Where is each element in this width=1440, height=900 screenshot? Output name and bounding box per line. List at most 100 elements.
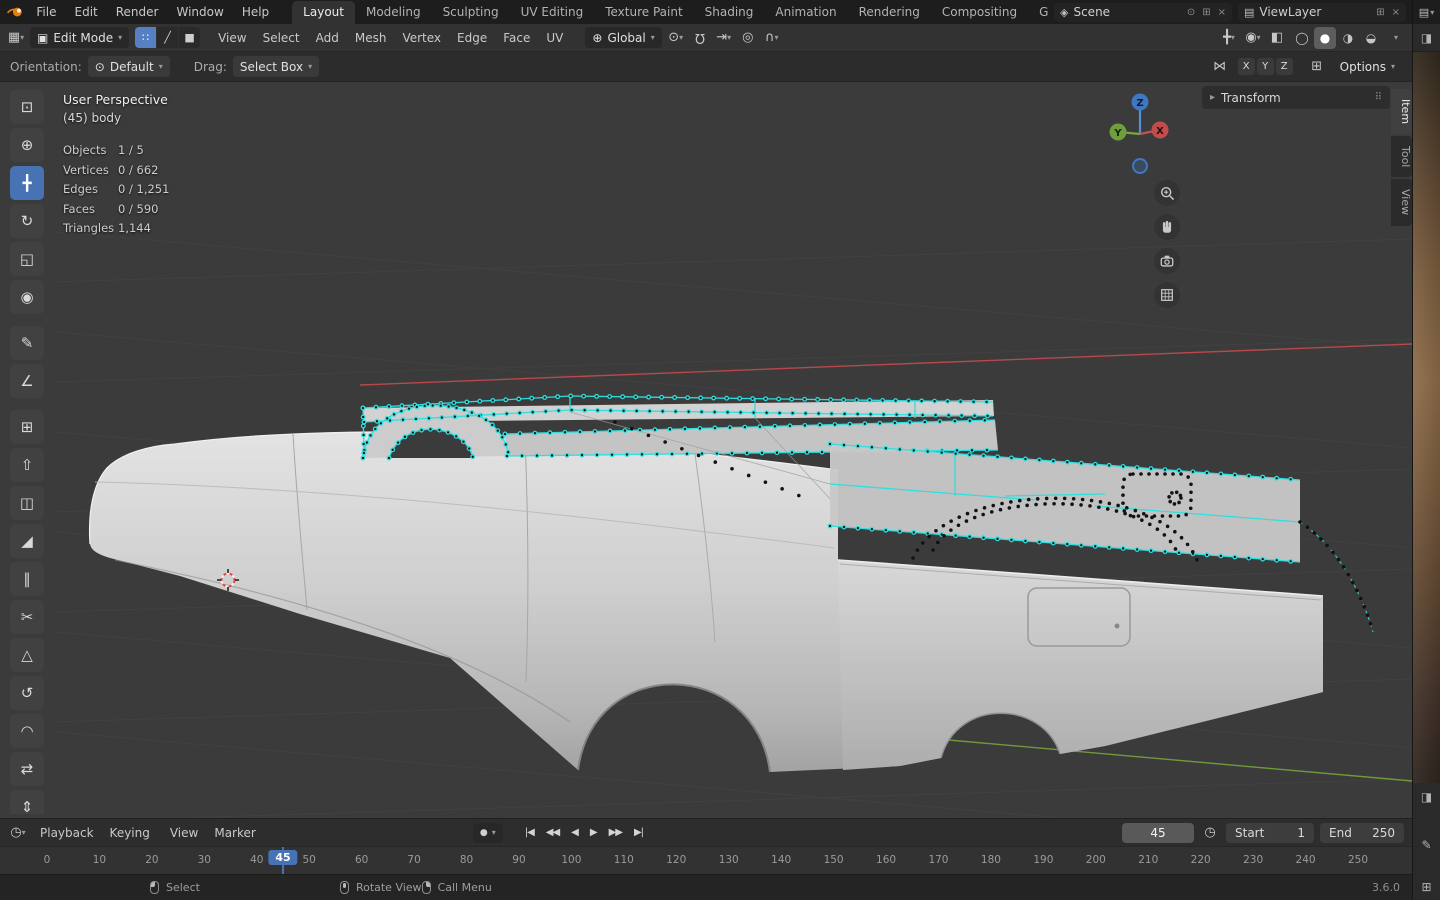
tool-spin[interactable]: ↺ xyxy=(10,676,44,710)
shading-wireframe[interactable]: ◯ xyxy=(1291,27,1313,49)
menu-render[interactable]: Render xyxy=(107,0,168,24)
show-overlays-button[interactable]: ◉ ▾ xyxy=(1243,27,1263,49)
pin-icon[interactable]: ⊙ xyxy=(1187,7,1195,18)
shading-solid[interactable]: ● xyxy=(1314,26,1336,49)
snap-target-button[interactable]: ⇥ ▾ xyxy=(714,27,734,49)
workspace-tab[interactable]: Texture Paint xyxy=(594,1,693,24)
pan-button[interactable] xyxy=(1154,214,1180,240)
viewport-menu-add[interactable]: Add xyxy=(308,24,347,52)
tool-extrude-region[interactable]: ⇧ xyxy=(10,448,44,482)
xray-toggle-button[interactable]: ◧ xyxy=(1267,27,1287,49)
transport-next-keyframe[interactable]: ▶▶ xyxy=(603,822,628,844)
show-gizmo-button[interactable]: ╋ ▾ xyxy=(1219,27,1239,49)
strip-header-button[interactable]: ◨ xyxy=(1413,24,1440,52)
transport-jump-to-end[interactable]: ▶| xyxy=(628,822,649,844)
sidebar-tab[interactable]: View xyxy=(1391,179,1412,226)
viewport-menu-face[interactable]: Face xyxy=(495,24,538,52)
workspace-tab[interactable]: Animation xyxy=(764,1,847,24)
viewlayer-selector[interactable]: ▤ ViewLayer ⊞ × xyxy=(1238,2,1406,22)
workspace-tab[interactable]: Layout xyxy=(292,1,355,24)
timeline-menu-view[interactable]: View xyxy=(162,826,206,840)
workspace-tab[interactable]: Geometry Nodes xyxy=(1028,1,1048,24)
options-dropdown[interactable]: Options ▾ xyxy=(1333,56,1402,77)
viewport-menu-select[interactable]: Select xyxy=(255,24,308,52)
workspace-tab[interactable]: Rendering xyxy=(848,1,931,24)
editor-type-button[interactable]: ▦ ▾ xyxy=(6,27,26,49)
tool-edge-slide[interactable]: ⇄ xyxy=(10,752,44,786)
current-frame-field[interactable]: 45 xyxy=(1122,822,1194,843)
tool-measure[interactable]: ∠ xyxy=(10,364,44,398)
tool-cursor[interactable]: ⊕ xyxy=(10,128,44,162)
tool-bevel[interactable]: ◢ xyxy=(10,524,44,558)
strip-settings-icon[interactable]: ⊞ xyxy=(1421,880,1431,894)
workspace-tab[interactable]: Compositing xyxy=(931,1,1028,24)
blender-logo-icon[interactable] xyxy=(6,4,25,20)
tool-poly-build[interactable]: △ xyxy=(10,638,44,672)
tool-select-box[interactable]: ⊡ xyxy=(10,90,44,124)
shading-material-preview[interactable]: ◑ xyxy=(1337,27,1359,49)
proportional-edit-button[interactable]: ◎ xyxy=(738,27,758,49)
auto-keying-button[interactable]: ● ▾ xyxy=(472,822,503,843)
transport-prev-keyframe[interactable]: ◀◀ xyxy=(540,822,565,844)
current-frame-badge[interactable]: 45 xyxy=(268,850,298,865)
workspace-tab[interactable]: Sculpting xyxy=(432,1,510,24)
menu-file[interactable]: File xyxy=(27,0,65,24)
viewport-menu-vertex[interactable]: Vertex xyxy=(394,24,449,52)
tool-shrink-fatten[interactable]: ⇕ xyxy=(10,790,44,814)
mirror-axis-y[interactable]: Y xyxy=(1256,58,1274,75)
strip-tool-icon[interactable]: ◨ xyxy=(1421,790,1432,804)
transport-play-reverse[interactable]: ◀ xyxy=(565,822,584,844)
face-select-button[interactable]: ■ xyxy=(179,27,201,48)
tool-scale[interactable]: ◱ xyxy=(10,242,44,276)
timeline-menu-marker[interactable]: Marker xyxy=(206,826,263,840)
orientation-dropdown[interactable]: ⊕ Global ▾ xyxy=(585,27,662,48)
viewport-menu-uv[interactable]: UV xyxy=(538,24,571,52)
tool-annotate[interactable]: ✎ xyxy=(10,326,44,360)
shading-rendered[interactable]: ◒ xyxy=(1360,27,1382,49)
new-scene-icon[interactable]: ⊞ xyxy=(1202,7,1210,18)
strip-camera-icon[interactable]: ✎ xyxy=(1421,838,1431,852)
menu-help[interactable]: Help xyxy=(233,0,278,24)
edge-select-button[interactable]: ╱ xyxy=(157,27,179,48)
tool-smooth[interactable]: ◠ xyxy=(10,714,44,748)
mirror-axis-x[interactable]: X xyxy=(1237,58,1255,75)
transform-panel-header[interactable]: ▸ Transform ⠿ xyxy=(1202,86,1390,109)
workspace-tab[interactable]: Modeling xyxy=(355,1,432,24)
tool-loop-cut[interactable]: ∥ xyxy=(10,562,44,596)
timeline-editor-button[interactable]: ◷ ▾ xyxy=(8,822,28,844)
workspace-tab[interactable]: Shading xyxy=(694,1,765,24)
start-frame-field[interactable]: Start 1 xyxy=(1226,822,1314,843)
falloff-button[interactable]: ∩ ▾ xyxy=(762,27,782,49)
tool-inset-faces[interactable]: ◫ xyxy=(10,486,44,520)
timeline-dropdown-playback[interactable]: Playback xyxy=(32,826,102,840)
vertex-select-button[interactable]: ∷ xyxy=(135,27,157,48)
camera-view-button[interactable] xyxy=(1154,248,1180,274)
workspace-tab[interactable]: UV Editing xyxy=(510,1,595,24)
menu-window[interactable]: Window xyxy=(167,0,232,24)
sidebar-tab[interactable]: Item xyxy=(1391,89,1412,135)
viewport-menu-view[interactable]: View xyxy=(210,24,254,52)
new-viewlayer-icon[interactable]: ⊞ xyxy=(1376,7,1384,18)
reference-image-sliver[interactable] xyxy=(1413,52,1440,783)
tool-add-cube[interactable]: ⊞ xyxy=(10,410,44,444)
zoom-button[interactable] xyxy=(1154,180,1180,206)
sidebar-tab[interactable]: Tool xyxy=(1391,136,1412,178)
viewport-canvas[interactable] xyxy=(55,82,1412,818)
viewport-menu-edge[interactable]: Edge xyxy=(449,24,495,52)
transport-jump-to-start[interactable]: |◀ xyxy=(519,822,540,844)
timeline-dropdown-keying[interactable]: Keying xyxy=(102,826,158,840)
strip-editor-button[interactable]: ▤ ▾ xyxy=(1413,0,1440,24)
mode-dropdown[interactable]: ▣ Edit Mode ▾ xyxy=(30,27,130,48)
remove-viewlayer-icon[interactable]: × xyxy=(1392,7,1400,18)
snap-toggle-button[interactable]: Ω xyxy=(690,27,710,49)
snap-base-button[interactable]: ⊞ xyxy=(1307,56,1327,78)
mirror-axis-z[interactable]: Z xyxy=(1275,58,1293,75)
unlink-scene-icon[interactable]: × xyxy=(1218,7,1226,18)
axis-neg-z-handle[interactable] xyxy=(1132,158,1148,174)
viewport-menu-mesh[interactable]: Mesh xyxy=(347,24,395,52)
shading-dropdown-button[interactable]: ▾ xyxy=(1386,27,1406,49)
tool-rotate[interactable]: ↻ xyxy=(10,204,44,238)
timeline-ruler[interactable]: 0 10 20 30 40 50 60 70 80 90 100 110 120 130 140 150 160… xyxy=(0,846,1412,875)
tool-move[interactable]: ╋ xyxy=(10,166,44,200)
navigation-gizmo[interactable]: Z X Y xyxy=(1108,90,1172,176)
